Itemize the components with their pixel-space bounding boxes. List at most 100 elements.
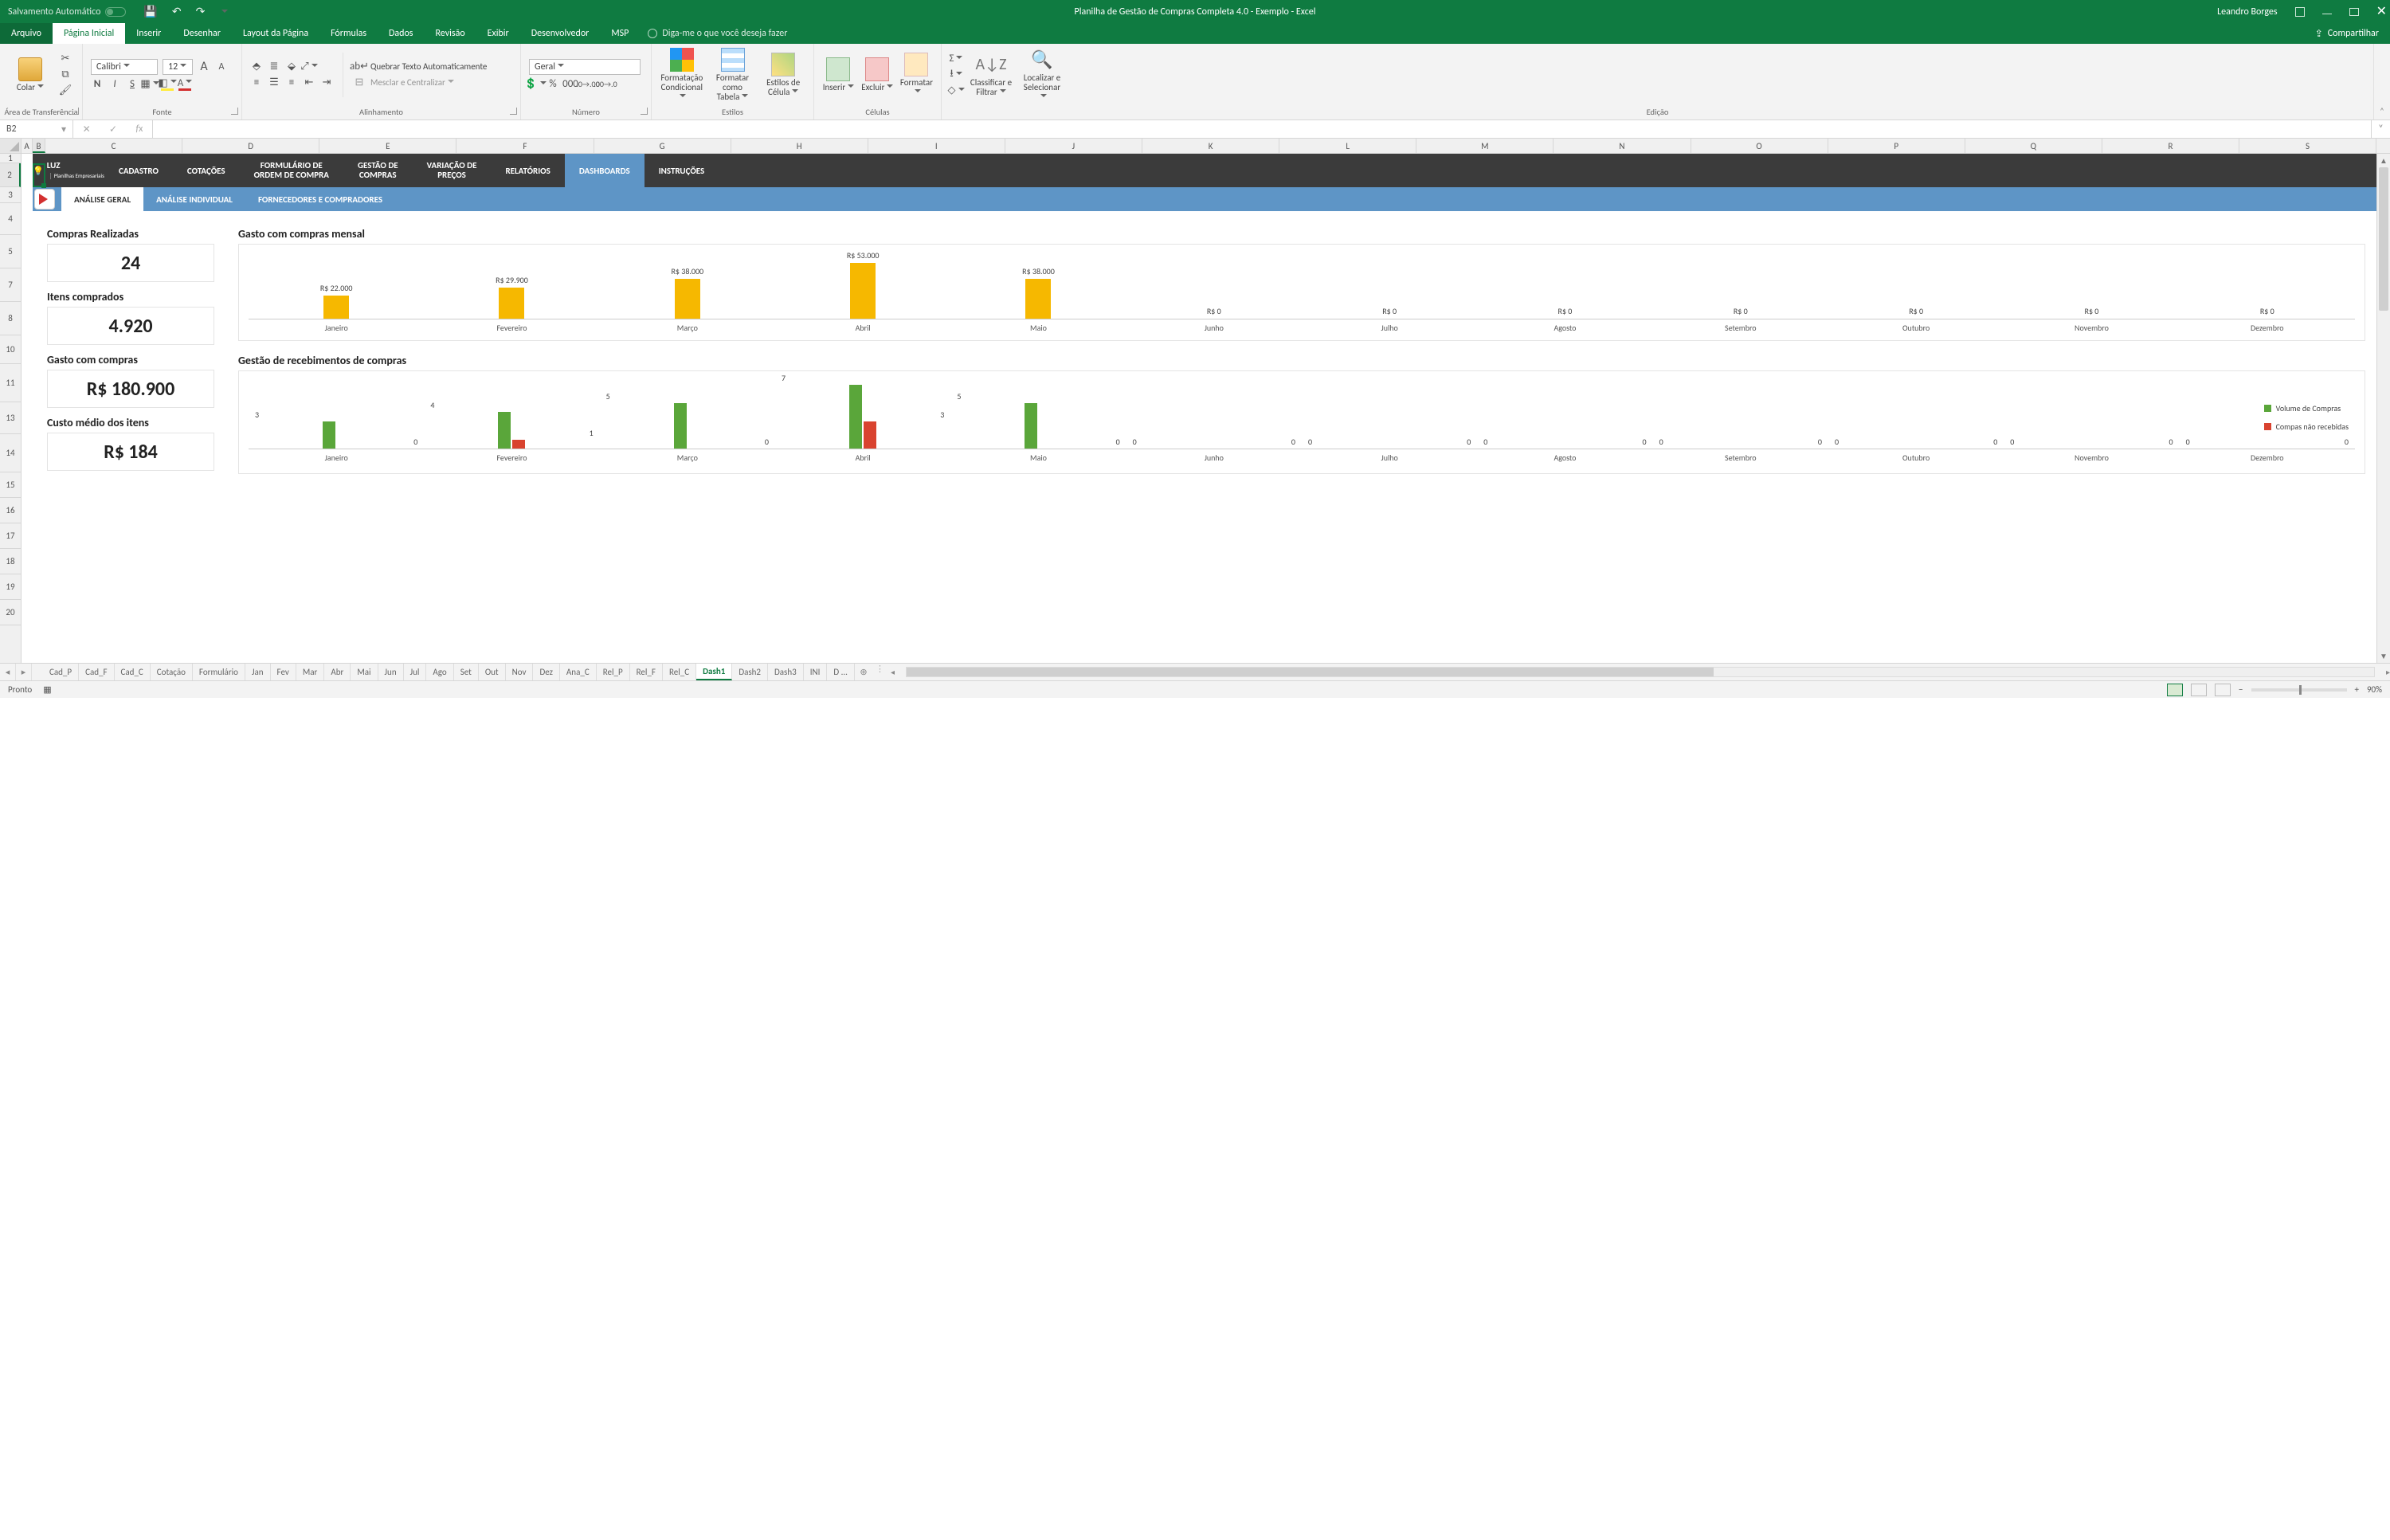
indent-increase-icon[interactable]: ⇥	[320, 76, 333, 89]
redo-icon[interactable]: ↷	[196, 5, 206, 18]
conditional-formatting-button[interactable]: Formatação Condicional	[660, 48, 704, 102]
ribbon-tab[interactable]: Revisão	[425, 23, 476, 44]
underline-icon[interactable]: S	[126, 78, 139, 91]
format-cells-button[interactable]: Formatar	[900, 53, 933, 97]
dashboard-menu-item[interactable]: GESTÃO DECOMPRAS	[343, 154, 413, 187]
align-right-icon[interactable]: ≡	[285, 76, 298, 89]
row-header[interactable]: 3	[0, 187, 21, 203]
dashboard-submenu-item[interactable]: FORNECEDORES E COMPRADORES	[245, 187, 395, 211]
row-header[interactable]: 19	[0, 574, 21, 600]
column-header[interactable]: I	[868, 139, 1005, 153]
column-header[interactable]: B	[33, 139, 45, 153]
undo-icon[interactable]: ↶	[172, 5, 182, 18]
comma-icon[interactable]: 000	[564, 78, 577, 91]
name-box[interactable]: B2▾	[0, 120, 73, 138]
new-sheet-button[interactable]: ⊕	[855, 664, 872, 680]
cell-styles-button[interactable]: Estilos de Célula	[761, 53, 805, 97]
column-header[interactable]: Q	[1965, 139, 2102, 153]
scroll-down-icon[interactable]: ▼	[2377, 649, 2390, 663]
column-header[interactable]: R	[2102, 139, 2239, 153]
ribbon-tab[interactable]: Desenhar	[172, 23, 232, 44]
worksheet-grid[interactable]: 123457810111314151617181920 💡 LUZPlanilh…	[0, 154, 2390, 663]
format-painter-icon[interactable]: 🖌	[59, 84, 72, 97]
collapse-ribbon-icon[interactable]: ˄	[2374, 44, 2390, 120]
sheet-tab[interactable]: Dash1	[696, 664, 732, 680]
row-header[interactable]: 17	[0, 523, 21, 549]
zoom-level[interactable]: 90%	[2367, 684, 2382, 695]
wrap-text-button[interactable]: ab↵Quebrar Texto Automaticamente	[353, 61, 487, 73]
tab-file[interactable]: Arquivo	[0, 23, 53, 44]
sheet-tab[interactable]: Dash3	[768, 664, 804, 680]
row-header[interactable]: 7	[0, 268, 21, 302]
scroll-up-icon[interactable]: ▲	[2377, 154, 2390, 167]
cancel-icon[interactable]: ✕	[83, 123, 91, 135]
column-header[interactable]: C	[45, 139, 182, 153]
align-top-icon[interactable]: ⬘	[250, 61, 263, 73]
ribbon-tab[interactable]: Layout da Página	[232, 23, 319, 44]
ribbon-display-icon[interactable]	[2295, 7, 2305, 17]
sheet-tab[interactable]: Mar	[296, 664, 325, 680]
font-name-select[interactable]: Calibri	[91, 59, 158, 75]
view-page-layout-icon[interactable]	[2191, 684, 2207, 696]
indent-decrease-icon[interactable]: ⇤	[303, 76, 315, 89]
column-header[interactable]: M	[1416, 139, 1554, 153]
decrease-decimal-icon[interactable]: .00→.0	[599, 78, 612, 91]
align-center-icon[interactable]: ☰	[268, 76, 280, 89]
dashboard-menu-item[interactable]: CADASTRO	[104, 154, 173, 187]
copy-icon[interactable]: ⧉	[59, 69, 72, 81]
row-headers[interactable]: 123457810111314151617181920	[0, 154, 22, 663]
decrease-font-icon[interactable]: A	[215, 61, 228, 73]
hscroll-left-icon[interactable]: ◂	[891, 667, 895, 677]
dashboard-submenu-item[interactable]: ANÁLISE GERAL	[61, 187, 143, 211]
share-button[interactable]: ⇪ Compartilhar	[2315, 23, 2390, 44]
sheet-tab[interactable]: Rel_C	[663, 664, 696, 680]
column-header[interactable]: K	[1142, 139, 1279, 153]
bold-icon[interactable]: N	[91, 78, 104, 91]
zoom-slider[interactable]	[2251, 688, 2347, 692]
currency-icon[interactable]: 💲	[529, 78, 542, 91]
sheet-tab[interactable]: Cad_P	[43, 664, 79, 680]
autosum-icon[interactable]: Σ	[950, 53, 962, 65]
autosave-toggle[interactable]: Salvamento Automático	[8, 6, 126, 18]
dashboard-menu-item[interactable]: DASHBOARDS	[565, 154, 645, 187]
column-headers[interactable]: A B CDEFGHIJKLMNOPQRS	[0, 139, 2390, 154]
ribbon-tab[interactable]: Dados	[378, 23, 424, 44]
hscroll-right-icon[interactable]: ▸	[2386, 667, 2390, 677]
sheet-tab[interactable]: Jul	[404, 664, 427, 680]
scrollbar-thumb[interactable]	[907, 668, 1714, 676]
sheet-tab[interactable]: INI	[804, 664, 828, 680]
sheet-tab[interactable]: Rel_P	[597, 664, 630, 680]
column-header[interactable]: N	[1554, 139, 1691, 153]
sheet-tab[interactable]: Cad_C	[115, 664, 151, 680]
fill-color-icon[interactable]: ◧	[161, 78, 174, 91]
paste-button[interactable]: Colar	[8, 57, 53, 92]
sheet-tab[interactable]: Ago	[426, 664, 453, 680]
delete-cells-button[interactable]: Excluir	[861, 57, 894, 92]
orientation-icon[interactable]: ⤢	[303, 61, 315, 73]
dialog-launcher-icon[interactable]	[510, 108, 517, 115]
expand-formula-bar-icon[interactable]: ˅	[2371, 120, 2390, 138]
row-header[interactable]: 13	[0, 402, 21, 434]
column-header[interactable]: J	[1005, 139, 1142, 153]
sheet-tab[interactable]: Fev	[271, 664, 296, 680]
align-middle-icon[interactable]: ≣	[268, 61, 280, 73]
column-header[interactable]: E	[319, 139, 456, 153]
sort-filter-button[interactable]: A↓ZClassificar e Filtrar	[969, 53, 1013, 97]
sheet-tab[interactable]: Jun	[378, 664, 404, 680]
sheet-tab[interactable]: Abr	[324, 664, 351, 680]
dialog-launcher-icon[interactable]	[231, 108, 238, 115]
sheet-tab[interactable]: Dash2	[732, 664, 768, 680]
column-header[interactable]: O	[1691, 139, 1828, 153]
sheet-tab[interactable]: Nov	[506, 664, 534, 680]
select-all-corner[interactable]	[0, 139, 22, 153]
column-header[interactable]: P	[1828, 139, 1965, 153]
fill-icon[interactable]: ⭳	[950, 69, 962, 81]
dashboard-submenu-item[interactable]: ANÁLISE INDIVIDUAL	[143, 187, 245, 211]
column-header[interactable]: H	[731, 139, 868, 153]
ribbon-tab[interactable]: Inserir	[125, 23, 172, 44]
sheet-tab[interactable]: Cotação	[151, 664, 193, 680]
column-header[interactable]: G	[594, 139, 731, 153]
sheet-tab[interactable]: Dez	[533, 664, 559, 680]
clear-icon[interactable]: ◇	[950, 84, 962, 97]
row-header[interactable]: 4	[0, 203, 21, 235]
